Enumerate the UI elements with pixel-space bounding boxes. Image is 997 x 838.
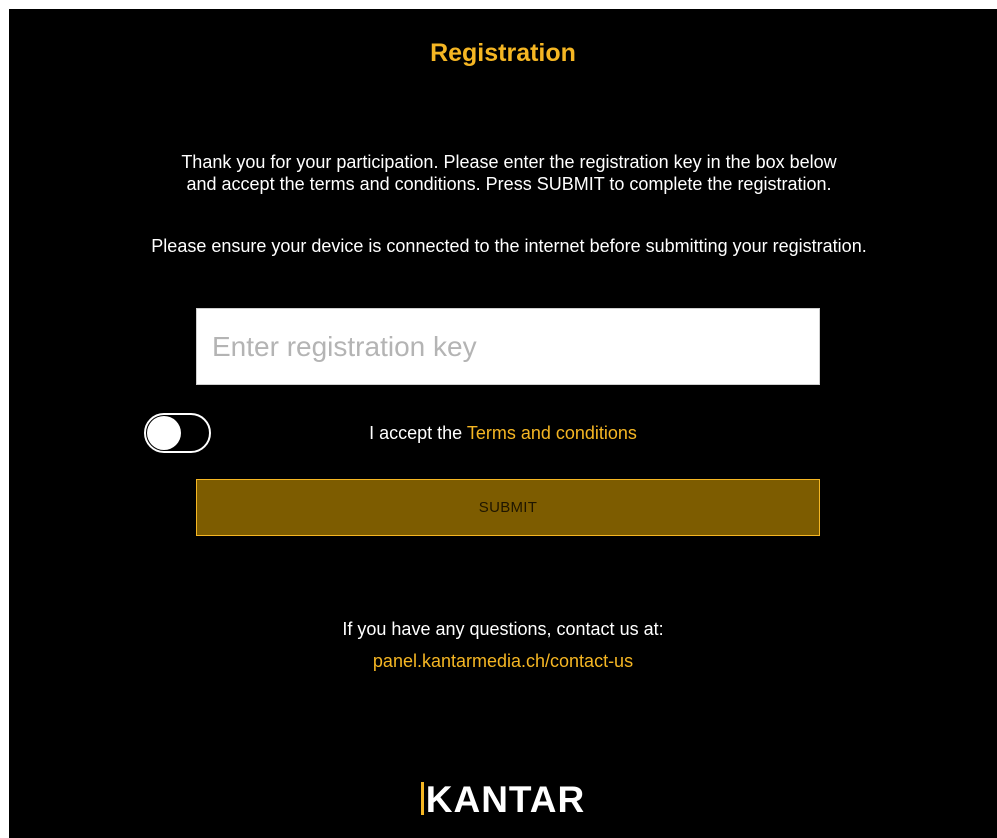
contact-us-link[interactable]: panel.kantarmedia.ch/contact-us bbox=[9, 651, 997, 672]
page-title: Registration bbox=[430, 39, 576, 67]
internet-notice: Please ensure your device is connected t… bbox=[151, 236, 867, 256]
accept-terms-label: I accept the bbox=[369, 423, 463, 443]
intro-text: Thank you for your participation. Please… bbox=[181, 152, 837, 194]
accept-terms-row: I accept the Terms and conditions bbox=[9, 422, 997, 444]
kantar-logo: KANTAR bbox=[9, 779, 997, 821]
registration-key-input[interactable] bbox=[196, 308, 820, 385]
logo-accent-bar bbox=[420, 782, 424, 815]
registration-screen: Registration Thank you for your particip… bbox=[9, 9, 997, 838]
logo-text: KANTAR bbox=[425, 779, 586, 820]
submit-button[interactable]: SUBMIT bbox=[196, 479, 820, 536]
terms-and-conditions-link[interactable]: Terms and conditions bbox=[467, 423, 637, 443]
contact-text: If you have any questions, contact us at… bbox=[342, 619, 664, 639]
